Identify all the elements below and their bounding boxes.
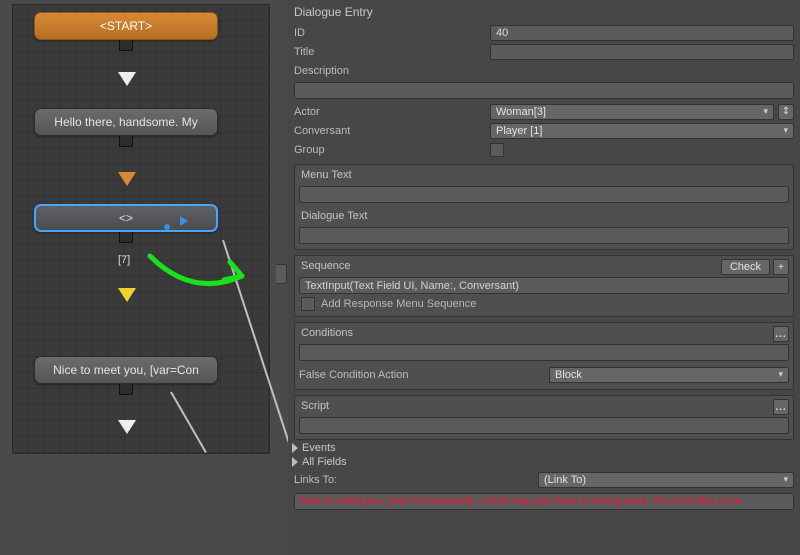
add-sequence-button[interactable]: + — [773, 259, 789, 275]
link-entry[interactable]: Nice to meet you, [var=Conversant]. I mu… — [294, 493, 794, 510]
start-node[interactable]: <START> — [34, 12, 218, 40]
annotation-arrow-icon — [142, 248, 262, 298]
sequence-section: Sequence Check + TextInput(Text Field UI… — [294, 255, 794, 317]
add-response-checkbox[interactable] — [301, 297, 315, 311]
dialogue-node-selected[interactable]: <> — [34, 204, 218, 232]
sequence-label: Sequence — [299, 259, 351, 275]
script-section: Script ... — [294, 395, 794, 440]
arrow-icon — [118, 288, 136, 302]
priority-label: [7] — [118, 254, 130, 266]
group-checkbox[interactable] — [490, 143, 504, 157]
check-button[interactable]: Check — [721, 259, 770, 275]
conditions-label: Conditions — [299, 326, 353, 342]
panel-divider[interactable] — [274, 0, 288, 555]
play-icon — [180, 216, 188, 226]
dialoguetext-field[interactable] — [299, 227, 789, 244]
id-field[interactable]: 40 — [490, 25, 794, 41]
linksto-dropdown[interactable]: (Link To) — [538, 472, 794, 488]
sequence-field[interactable]: TextInput(Text Field UI, Name:, Conversa… — [299, 277, 789, 294]
script-edit-button[interactable]: ... — [773, 399, 789, 415]
description-field[interactable] — [294, 82, 794, 99]
link-stub — [119, 136, 133, 147]
conditions-section: Conditions ... False Condition Action Bl… — [294, 322, 794, 390]
actor-stepper[interactable]: ⇕ — [778, 104, 794, 120]
link-line — [170, 392, 207, 454]
inspector-panel: Dialogue Entry ID 40 Title Description A… — [288, 0, 800, 555]
conditions-field[interactable] — [299, 344, 789, 361]
conversant-label: Conversant — [294, 125, 486, 137]
sequence-indicator-icon — [164, 224, 170, 230]
falsecond-label: False Condition Action — [299, 369, 545, 381]
linksto-label: Links To: — [294, 474, 534, 486]
falsecond-dropdown[interactable]: Block — [549, 367, 789, 383]
allfields-foldout[interactable]: All Fields — [288, 454, 800, 468]
arrow-icon — [118, 172, 136, 186]
foldout-icon — [292, 443, 298, 453]
actor-label: Actor — [294, 106, 486, 118]
node-label: <> — [119, 211, 133, 225]
link-stub — [119, 40, 133, 51]
id-label: ID — [294, 27, 486, 39]
conditions-edit-button[interactable]: ... — [773, 326, 789, 342]
dialogue-node[interactable]: Nice to meet you, [var=Con — [34, 356, 218, 384]
script-label: Script — [299, 399, 329, 415]
dialoguetext-label: Dialogue Text — [299, 209, 789, 225]
add-response-label: Add Response Menu Sequence — [321, 298, 476, 310]
link-stub — [119, 384, 133, 395]
arrow-icon — [118, 72, 136, 86]
conversant-dropdown[interactable]: Player [1] — [490, 123, 794, 139]
menutext-field[interactable] — [299, 186, 789, 203]
menutext-label: Menu Text — [299, 168, 789, 184]
actor-dropdown[interactable]: Woman[3] — [490, 104, 774, 120]
link-stub — [119, 232, 133, 243]
events-foldout[interactable]: Events — [288, 440, 800, 454]
foldout-icon — [292, 457, 298, 467]
title-field[interactable] — [490, 44, 794, 60]
inspector-header: Dialogue Entry — [288, 3, 800, 23]
group-label: Group — [294, 144, 486, 156]
description-label: Description — [294, 65, 486, 77]
script-field[interactable] — [299, 417, 789, 434]
title-label: Title — [294, 46, 486, 58]
dialogue-graph[interactable]: <START> Hello there, handsome. My <> [7]… — [12, 4, 270, 454]
arrow-icon — [118, 420, 136, 434]
dialogue-node[interactable]: Hello there, handsome. My — [34, 108, 218, 136]
menutext-section: Menu Text Dialogue Text — [294, 164, 794, 250]
